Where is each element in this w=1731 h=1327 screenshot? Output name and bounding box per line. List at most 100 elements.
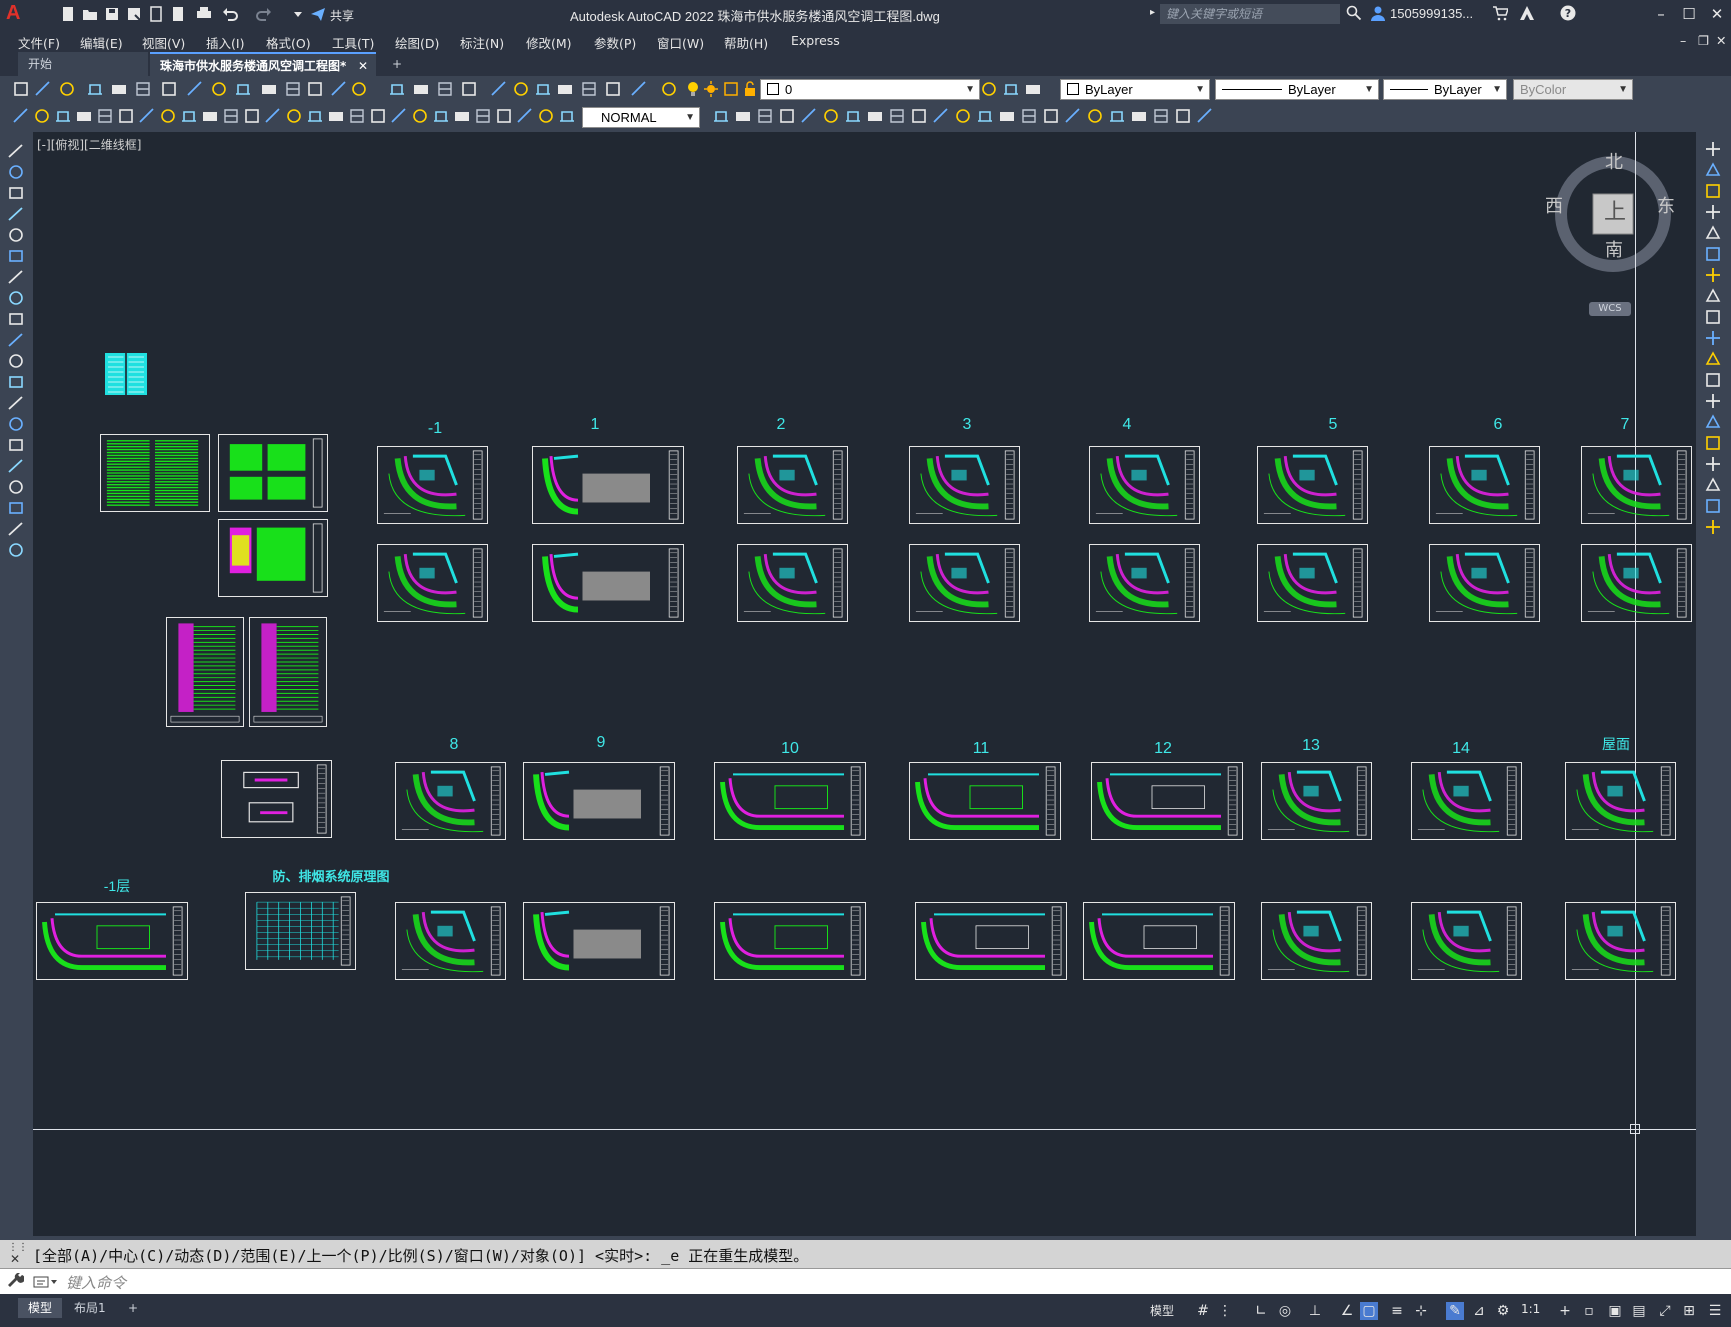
menu-file[interactable]: 文件(F) [18,33,60,52]
drawing-sheet[interactable] [915,902,1067,980]
toolbar2-tool-icon[interactable] [1086,107,1104,125]
drawing-sheet[interactable] [1429,446,1540,524]
status-toggle-icon[interactable]: + [1556,1302,1574,1320]
drawing-sheet[interactable] [377,446,488,524]
status-toggle-icon[interactable]: ∟ [1252,1302,1270,1320]
dimstyle-select[interactable]: NORMAL ▼ [582,107,700,128]
toolbar1-tool-icon[interactable] [556,80,574,98]
drawing-sheet[interactable] [100,434,210,512]
toolbar2-tool-icon[interactable] [1152,107,1170,125]
toolbar2-tool-icon[interactable] [800,107,818,125]
toolbar2-tool-icon[interactable] [1174,107,1192,125]
toolbar1-tool-icon[interactable] [630,80,648,98]
draw-tool-icon[interactable] [7,478,25,496]
menu-draw[interactable]: 绘图(D) [395,33,439,52]
drawing-sheet[interactable] [909,446,1020,524]
modify-tool-icon[interactable] [1704,329,1722,347]
toolbar1-tool-icon[interactable] [134,80,152,98]
toolbar2-tool-icon[interactable] [1020,107,1038,125]
modify-tool-icon[interactable] [1704,371,1722,389]
toolbar2-tool-icon[interactable] [117,107,135,125]
toolbar2-tool-icon[interactable] [910,107,928,125]
help-search-input[interactable]: 键入关键字或短语 [1160,4,1340,24]
autocad-logo-icon[interactable]: A [6,2,28,26]
toolbar2-tool-icon[interactable] [390,107,408,125]
menu-insert[interactable]: 插入(I) [206,33,244,52]
new-file-icon[interactable] [60,6,76,22]
draw-tool-icon[interactable] [7,247,25,265]
modify-tool-icon[interactable] [1704,287,1722,305]
toolbar2-tool-icon[interactable] [54,107,72,125]
toolbar1-tool-icon[interactable] [58,80,76,98]
status-toggle-icon[interactable]: ▣ [1606,1302,1624,1320]
drawing-sheet[interactable] [218,434,328,512]
toolbar2-tool-icon[interactable] [285,107,303,125]
modify-tool-icon[interactable] [1704,413,1722,431]
modify-tool-icon[interactable] [1704,308,1722,326]
drawing-sheet[interactable] [1261,762,1372,840]
toolbar2-tool-icon[interactable] [369,107,387,125]
toolbar1-tool-icon[interactable] [260,80,278,98]
layer-lock-icon[interactable] [742,80,758,98]
drawing-sheet[interactable] [532,446,684,524]
toolbar1-tool-icon[interactable] [160,80,178,98]
toolbar2-tool-icon[interactable] [474,107,492,125]
linetype-select[interactable]: ByLayer ▼ [1215,79,1379,100]
command-line[interactable]: 键入命令 [0,1268,1731,1295]
toolbar2-tool-icon[interactable] [558,107,576,125]
toolbar2-tool-icon[interactable] [201,107,219,125]
modify-tool-icon[interactable] [1704,518,1722,536]
drawing-sheet[interactable] [105,353,147,395]
open-file-icon[interactable] [82,6,98,22]
annotation-scale[interactable]: 1:1 [1521,1302,1540,1316]
menu-help[interactable]: 帮助(H) [724,33,768,52]
status-toggle-icon[interactable]: ◎ [1276,1302,1294,1320]
drawing-sheet[interactable] [1581,446,1692,524]
menu-tools[interactable]: 工具(T) [332,33,374,52]
toolbar1-tool-icon[interactable] [306,80,324,98]
status-toggle-icon[interactable]: ▢ [1360,1302,1378,1320]
toolbar2-tool-icon[interactable] [96,107,114,125]
toolbar1-tool-icon[interactable] [330,80,348,98]
layer-viewport-freeze-icon[interactable] [723,80,739,98]
layer-thaw-icon[interactable] [703,80,719,98]
doc-close-icon[interactable]: ✕ [1716,33,1726,48]
drawing-sheet[interactable] [1429,544,1540,622]
close-tab-icon[interactable]: ✕ [358,54,368,78]
toolbar2-tool-icon[interactable] [453,107,471,125]
status-toggle-icon[interactable]: ⊿ [1470,1302,1488,1320]
drawing-sheet[interactable] [737,446,848,524]
color-select[interactable]: ByLayer ▼ [1060,79,1210,100]
toolbar2-tool-icon[interactable] [1108,107,1126,125]
layer-select[interactable]: 0 ▼ [760,79,980,100]
toolbar2-tool-icon[interactable] [822,107,840,125]
close-window-icon[interactable]: ✕ [1706,4,1728,24]
draw-tool-icon[interactable] [7,373,25,391]
toolbar2-tool-icon[interactable] [866,107,884,125]
drawing-sheet[interactable] [1565,902,1676,980]
toolbar1-tool-icon[interactable] [12,80,30,98]
toolbar2-tool-icon[interactable] [1130,107,1148,125]
toolbar1-tool-icon[interactable] [234,80,252,98]
tab-start[interactable]: 开始 [18,52,148,76]
save-web-icon[interactable] [170,6,186,22]
plot-icon[interactable] [196,6,212,22]
toolbar2-tool-icon[interactable] [327,107,345,125]
draw-tool-icon[interactable] [7,226,25,244]
toolbar2-tool-icon[interactable] [411,107,429,125]
search-icon[interactable] [1346,5,1362,21]
status-toggle-icon[interactable]: ▤ [1630,1302,1648,1320]
drawing-sheet[interactable] [1411,902,1522,980]
toolbar1-tool-icon[interactable] [534,80,552,98]
toolbar1-tool-icon[interactable] [110,80,128,98]
toolbar1-tool-icon[interactable] [604,80,622,98]
draw-tool-icon[interactable] [7,331,25,349]
toolbar1-tool-icon[interactable] [350,80,368,98]
layer-tool-icon[interactable] [1024,80,1042,98]
toolbar2-tool-icon[interactable] [1196,107,1214,125]
save-as-icon[interactable] [126,6,142,22]
toolbar1-tool-icon[interactable] [284,80,302,98]
drawing-sheet[interactable] [1089,544,1200,622]
toolbar2-tool-icon[interactable] [976,107,994,125]
toolbar1-tool-icon[interactable] [460,80,478,98]
